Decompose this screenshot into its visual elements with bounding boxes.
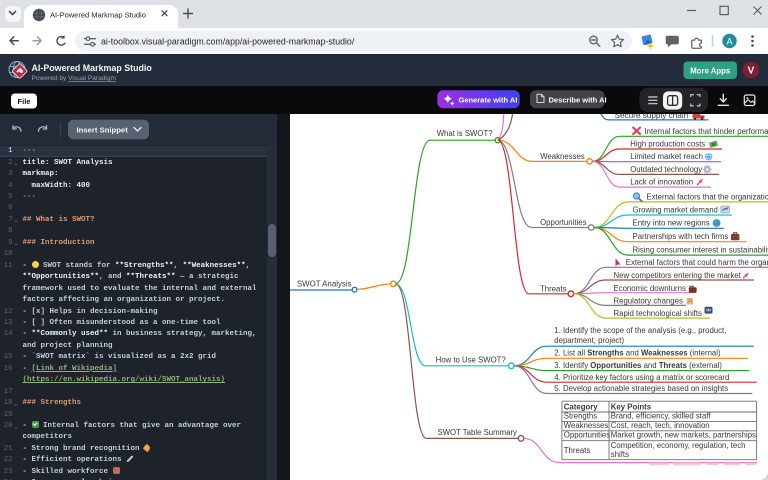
svg-text:Category: Category [564,402,598,411]
svg-text:New competitors entering the m: New competitors entering the market [614,271,742,280]
svg-text:Opportunities: Opportunities [540,218,586,227]
svg-text:How to Use SWOT?: How to Use SWOT? [436,355,507,364]
svg-text:File: File [18,97,31,106]
svg-text:Rising consumer interest in su: Rising consumer interest in sustainabili… [633,246,768,255]
svg-text:Limited market reach: Limited market reach [630,152,703,161]
svg-text:Internal factors that hinder p: Internal factors that hinder performance [645,127,768,136]
svg-text:AI-Powered Markmap Studio: AI-Powered Markmap Studio [50,11,146,20]
svg-text:Threats: Threats [564,446,591,455]
svg-text:4. Prioritize key factors usin: 4. Prioritize key factors using a matrix… [554,373,729,382]
svg-text:Market growth, new markets, pa: Market growth, new markets, partnerships [611,430,756,439]
svg-text:Opportunities: Opportunities [564,430,610,439]
svg-text:1. Identify the scope of the a: 1. Identify the scope of the analysis (e… [554,326,726,335]
svg-text:Secure supply chain: Secure supply chain [615,114,689,120]
svg-text:A: A [726,37,732,47]
svg-text:What is SWOT?: What is SWOT? [437,129,494,138]
svg-text:V: V [748,66,755,77]
svg-text:Brand, efficiency, skilled sta: Brand, efficiency, skilled staff [611,412,712,421]
svg-text:More Apps: More Apps [690,66,731,75]
svg-text:Weaknesses: Weaknesses [540,152,585,161]
svg-text:5. Develop actionable strategi: 5. Develop actionable strategies based o… [554,384,728,393]
svg-text:department, project): department, project) [554,336,624,345]
svg-text:Generate with AI: Generate with AI [459,96,518,105]
svg-text:Partnerships with tech firms: Partnerships with tech firms [633,232,729,241]
svg-text:Rapid technological shifts: Rapid technological shifts [614,309,703,318]
svg-text:Outdated technology: Outdated technology [630,165,702,174]
svg-text:SWOT Analysis: SWOT Analysis [297,280,352,289]
svg-text:Key Points: Key Points [611,402,652,411]
svg-text:Competition, economy, regulati: Competition, economy, regulation, tech [611,441,746,450]
svg-text:Growing market demand: Growing market demand [633,205,718,214]
svg-text:Powered by Visual Paradigm: Powered by Visual Paradigm [32,75,117,82]
svg-text:Cost, reach, tech, innovation: Cost, reach, tech, innovation [611,421,710,430]
svg-text:ai-toolbox.visual-paradigm.com: ai-toolbox.visual-paradigm.com/app/ai-po… [101,36,355,46]
svg-text:shifts: shifts [611,450,629,459]
svg-text:Threats: Threats [540,284,567,293]
svg-text:2. List all Strengths and Weak: 2. List all Strengths and Weaknesses (in… [554,349,721,358]
svg-text:Strengths: Strengths [564,412,597,421]
svg-text:Entry into new regions: Entry into new regions [633,219,710,228]
svg-text:Lack of innovation: Lack of innovation [630,178,693,187]
svg-text:External factors that the orga: External factors that the organization c… [646,192,768,201]
svg-text:Economic downturns: Economic downturns [614,284,686,293]
svg-text:Weaknesses: Weaknesses [564,421,609,430]
svg-text:High production costs: High production costs [630,139,705,148]
svg-text:External factors that could ha: External factors that could harm the org… [626,258,768,267]
svg-text:3. Identify Opportunities and: 3. Identify Opportunities and Threats (e… [554,361,722,370]
svg-text:AI-Powered Markmap Studio: AI-Powered Markmap Studio [32,63,153,73]
svg-text:Describe with AI: Describe with AI [549,96,607,105]
svg-text:SWOT Table Summary: SWOT Table Summary [438,428,518,437]
svg-text:Regulatory changes: Regulatory changes [614,296,683,305]
